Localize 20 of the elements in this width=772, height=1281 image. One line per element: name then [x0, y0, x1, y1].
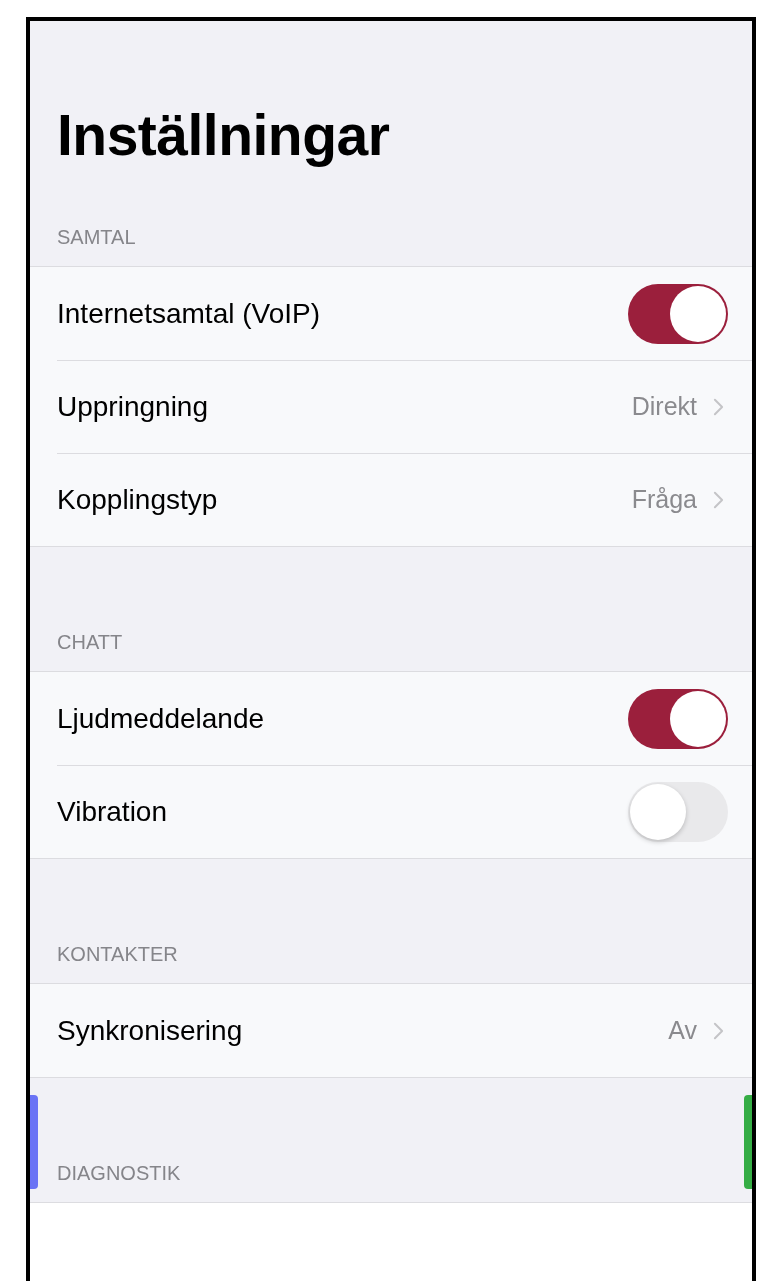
setting-label: Kopplingstyp — [57, 483, 219, 516]
setting-label: Synkronisering — [57, 1014, 244, 1047]
chevron-right-icon[interactable] — [713, 1021, 724, 1040]
section-header: CHATT — [57, 630, 123, 654]
setting-label: Internetsamtal (VoIP) — [57, 297, 321, 330]
edge-handle[interactable] — [30, 1095, 38, 1189]
section-header: KONTAKTER — [57, 942, 178, 966]
section-header: SAMTAL — [57, 225, 136, 249]
setting-value[interactable]: Av — [668, 1016, 697, 1045]
section-header: DIAGNOSTIK — [57, 1161, 181, 1185]
chevron-right-icon[interactable] — [713, 397, 724, 416]
setting-label: Ljudmeddelande — [57, 702, 266, 735]
setting-label: Uppringning — [57, 390, 209, 423]
setting-label: Vibration — [57, 795, 168, 828]
setting-value[interactable]: Fråga — [631, 485, 697, 514]
edge-handle[interactable] — [744, 1095, 752, 1189]
chevron-right-icon[interactable] — [713, 490, 724, 509]
toggle-switch[interactable] — [628, 781, 728, 842]
page-title: Inställningar — [57, 102, 390, 169]
setting-value[interactable]: Direkt — [631, 392, 697, 421]
